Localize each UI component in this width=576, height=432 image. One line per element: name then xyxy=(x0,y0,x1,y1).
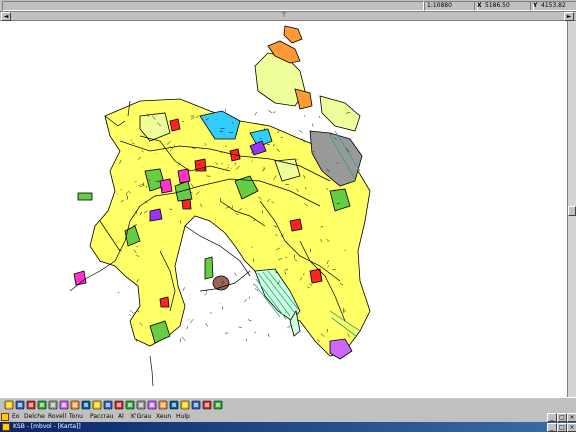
app-minimize-button[interactable]: _ xyxy=(547,423,557,432)
menu-item-0[interactable]: Eo xyxy=(12,413,19,421)
menu-item-6[interactable]: K'Grau xyxy=(131,413,151,421)
status-bar: 1:10880 X 5186.50 Y 4153.82 xyxy=(0,0,576,12)
query-icon[interactable] xyxy=(147,400,157,410)
measure-icon[interactable] xyxy=(92,400,102,410)
menu-item-4[interactable]: Paccrau xyxy=(90,413,114,421)
x-coordinate-field: X 5186.50 xyxy=(474,1,534,11)
menu-item-3[interactable]: Tonu xyxy=(69,413,83,421)
edit-icon[interactable] xyxy=(103,400,113,410)
legend-icon[interactable] xyxy=(213,400,223,410)
palette-icon[interactable] xyxy=(202,400,212,410)
status-message-field xyxy=(2,1,424,11)
zoom-in-icon[interactable] xyxy=(48,400,58,410)
print-icon[interactable] xyxy=(26,400,36,410)
y-coordinate-field: Y 4153.82 xyxy=(530,1,576,11)
select-icon[interactable] xyxy=(70,400,80,410)
scale-value: 1:10880 xyxy=(427,2,452,9)
mdi-restore-button[interactable]: □ xyxy=(557,413,567,422)
document-icon[interactable] xyxy=(1,413,9,421)
label-icon[interactable] xyxy=(180,400,190,410)
mdi-close-button[interactable]: × xyxy=(567,413,576,422)
mdi-minimize-button[interactable]: _ xyxy=(547,413,557,422)
app-close-button[interactable]: × xyxy=(567,423,576,432)
scale-field[interactable]: 1:10880 xyxy=(424,1,478,11)
y-coordinate-value: 4153.82 xyxy=(541,2,566,9)
pin-icon[interactable] xyxy=(169,400,179,410)
x-coordinate-value: 5186.50 xyxy=(485,2,510,9)
pan-icon[interactable] xyxy=(37,400,47,410)
app-restore-button[interactable]: □ xyxy=(557,423,567,432)
open-icon[interactable] xyxy=(4,400,14,410)
draw-icon[interactable] xyxy=(191,400,201,410)
menu-item-5[interactable]: Al xyxy=(118,413,124,421)
menu-item-1[interactable]: Delche xyxy=(24,413,45,421)
parcel-layer xyxy=(73,25,371,360)
hand-icon[interactable] xyxy=(81,400,91,410)
ruler-marker-icon[interactable]: ⊤ xyxy=(280,12,288,19)
horizontal-ruler[interactable]: ◄ ⊤ ► xyxy=(0,12,576,21)
menu-item-7[interactable]: Xeun xyxy=(156,413,171,421)
menu-bar: Eo Delche Rovell Tonu Paccrau Al K'Grau … xyxy=(0,412,576,422)
vertical-scrollbar[interactable] xyxy=(567,21,576,397)
title-bar[interactable]: KSB - [mbvol - [Karta]] _ □ × xyxy=(0,422,576,432)
vertical-scroll-thumb[interactable] xyxy=(568,206,576,216)
menu-item-8[interactable]: Hulp xyxy=(176,413,190,421)
ruler-left-arrow-icon[interactable]: ◄ xyxy=(1,12,11,21)
grid-icon[interactable] xyxy=(125,400,135,410)
layer-icon[interactable] xyxy=(114,400,124,410)
window-title: KSB - [mbvol - [Karta]] xyxy=(13,423,81,430)
menu-item-2[interactable]: Rovell xyxy=(48,413,66,421)
zoom-out-icon[interactable] xyxy=(59,400,69,410)
toolbar xyxy=(0,397,576,413)
ruler-right-arrow-icon[interactable]: ► xyxy=(564,12,574,21)
map-drawing[interactable] xyxy=(0,21,567,397)
y-glyph: Y xyxy=(533,2,538,9)
node-icon[interactable] xyxy=(136,400,146,410)
app-icon[interactable] xyxy=(2,423,10,431)
map-canvas[interactable] xyxy=(0,21,567,397)
x-glyph: X xyxy=(477,2,482,9)
info-icon[interactable] xyxy=(158,400,168,410)
save-icon[interactable] xyxy=(15,400,25,410)
